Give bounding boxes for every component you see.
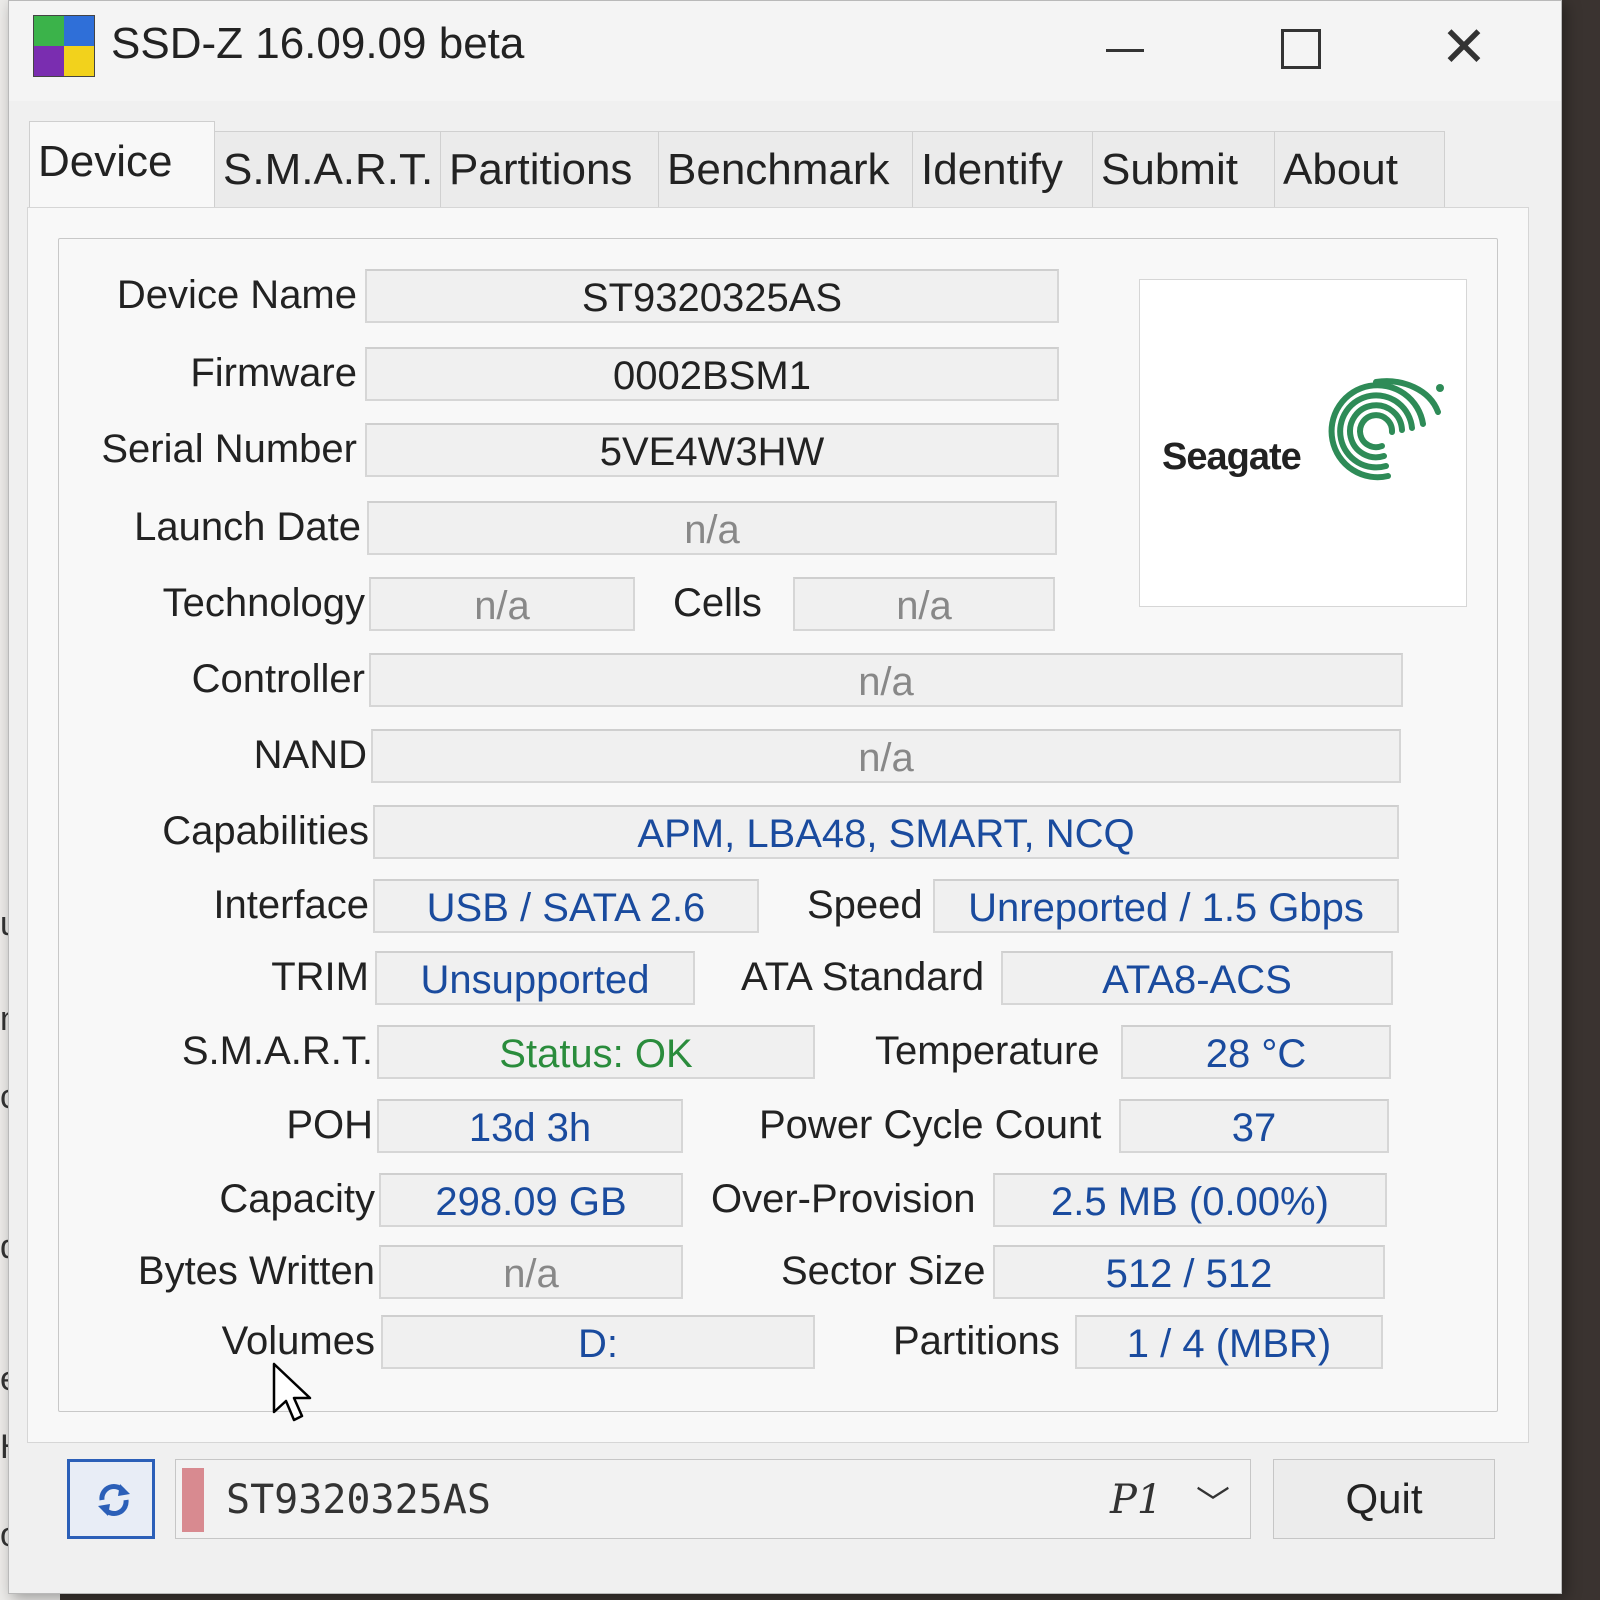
quit-button[interactable]: Quit xyxy=(1273,1459,1495,1539)
tab-smart[interactable]: S.M.A.R.T. xyxy=(215,131,441,207)
smart-status-field: Status: OK xyxy=(377,1025,815,1079)
volumes-label: Volumes xyxy=(221,1319,375,1363)
cells-label: Cells xyxy=(673,581,762,625)
chevron-down-icon[interactable]: ﹀ xyxy=(1196,1474,1230,1534)
drive-port: P1 xyxy=(1110,1477,1163,1523)
seagate-logo-icon xyxy=(1328,378,1444,481)
minimize-button[interactable] xyxy=(1089,19,1159,79)
manufacturer-logo: Seagate xyxy=(1139,279,1467,607)
sector-size-label: Sector Size xyxy=(781,1249,986,1293)
bytes-written-field: n/a xyxy=(379,1245,683,1299)
maximize-button[interactable] xyxy=(1265,19,1335,79)
tab-bar: Device S.M.A.R.T. Partitions Benchmark I… xyxy=(27,121,1447,209)
mouse-cursor-icon xyxy=(272,1362,312,1422)
controller-label: Controller xyxy=(191,657,365,701)
device-name-label: Device Name xyxy=(116,273,357,317)
capabilities-field: APM, LBA48, SMART, NCQ xyxy=(373,805,1399,859)
firmware-label: Firmware xyxy=(190,351,357,395)
close-button[interactable]: ✕ xyxy=(1429,19,1499,79)
temperature-label: Temperature xyxy=(875,1029,1100,1073)
tab-benchmark[interactable]: Benchmark xyxy=(659,131,913,207)
over-provision-label: Over-Provision xyxy=(711,1177,976,1221)
partitions-field: 1 / 4 (MBR) xyxy=(1075,1315,1383,1369)
capacity-field: 298.09 GB xyxy=(379,1173,683,1227)
power-cycle-count-field: 37 xyxy=(1119,1099,1389,1153)
volumes-field: D: xyxy=(381,1315,815,1369)
speed-label: Speed xyxy=(807,883,923,927)
cells-field: n/a xyxy=(793,577,1055,631)
title-bar[interactable]: SSD-Z 16.09.09 beta ✕ xyxy=(9,1,1561,101)
over-provision-field: 2.5 MB (0.00%) xyxy=(993,1173,1387,1227)
refresh-button[interactable] xyxy=(67,1459,155,1539)
firmware-field: 0002BSM1 xyxy=(365,347,1059,401)
poh-field: 13d 3h xyxy=(377,1099,683,1153)
interface-label: Interface xyxy=(213,883,369,927)
sector-size-field: 512 / 512 xyxy=(993,1245,1385,1299)
device-name-field: ST9320325AS xyxy=(365,269,1059,323)
partitions-label: Partitions xyxy=(893,1319,1060,1363)
drive-color-indicator xyxy=(182,1468,204,1532)
tab-device[interactable]: Device xyxy=(29,121,215,209)
poh-label: POH xyxy=(286,1103,373,1147)
tab-partitions[interactable]: Partitions xyxy=(441,131,659,207)
window-title: SSD-Z 16.09.09 beta xyxy=(111,19,525,68)
serial-number-field: 5VE4W3HW xyxy=(365,423,1059,477)
nand-field: n/a xyxy=(371,729,1401,783)
refresh-icon xyxy=(98,1484,130,1516)
device-panel: Device Name ST9320325AS Firmware 0002BSM… xyxy=(27,207,1529,1443)
ata-standard-field: ATA8-ACS xyxy=(1001,951,1393,1005)
trim-field: Unsupported xyxy=(375,951,695,1005)
ssdz-window: SSD-Z 16.09.09 beta ✕ Device S.M.A.R.T. … xyxy=(8,0,1562,1594)
tab-submit[interactable]: Submit xyxy=(1093,131,1275,207)
technology-field: n/a xyxy=(369,577,635,631)
speed-field: Unreported / 1.5 Gbps xyxy=(933,879,1399,933)
app-icon xyxy=(33,15,95,77)
smart-label: S.M.A.R.T. xyxy=(181,1029,373,1073)
controller-field: n/a xyxy=(369,653,1403,707)
power-cycle-count-label: Power Cycle Count xyxy=(759,1103,1102,1147)
tab-identify[interactable]: Identify xyxy=(913,131,1093,207)
technology-label: Technology xyxy=(162,581,365,625)
nand-label: NAND xyxy=(253,733,367,777)
drive-selector[interactable]: ST9320325AS P1 ﹀ xyxy=(175,1459,1251,1539)
capacity-label: Capacity xyxy=(219,1177,375,1221)
launch-date-label: Launch Date xyxy=(134,505,361,549)
capabilities-label: Capabilities xyxy=(162,809,369,853)
launch-date-field: n/a xyxy=(367,501,1057,555)
interface-field: USB / SATA 2.6 xyxy=(373,879,759,933)
ata-standard-label: ATA Standard xyxy=(741,955,985,999)
trim-label: TRIM xyxy=(271,955,369,999)
bytes-written-label: Bytes Written xyxy=(137,1249,375,1293)
logo-wordmark: Seagate xyxy=(1162,436,1302,478)
serial-number-label: Serial Number xyxy=(101,427,357,471)
temperature-field: 28 °C xyxy=(1121,1025,1391,1079)
drive-name: ST9320325AS xyxy=(226,1477,491,1523)
tab-about[interactable]: About xyxy=(1275,131,1445,207)
device-info-group: Device Name ST9320325AS Firmware 0002BSM… xyxy=(58,238,1498,1412)
